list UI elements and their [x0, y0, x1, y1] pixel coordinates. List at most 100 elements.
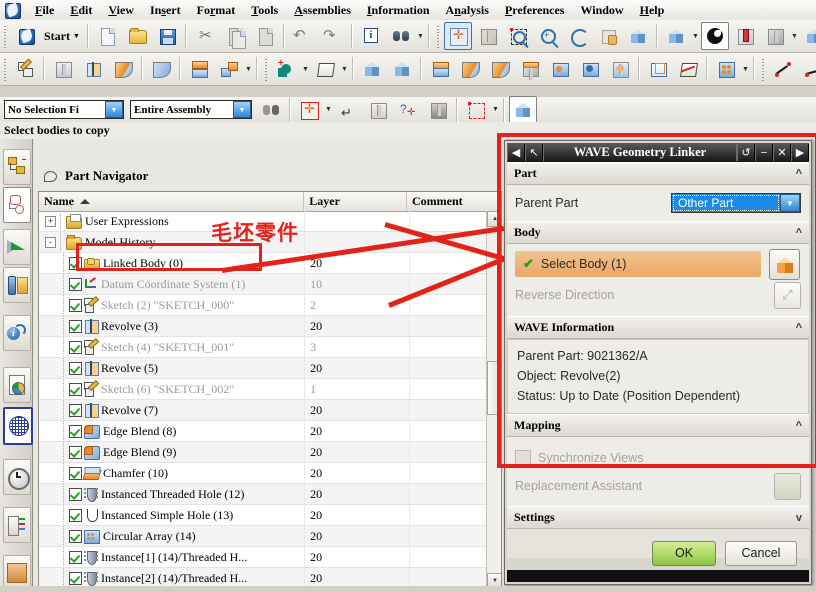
select-body-button[interactable]	[769, 249, 800, 280]
paste-icon[interactable]	[251, 22, 279, 50]
hole-icon[interactable]	[546, 55, 574, 83]
select-general-icon[interactable]	[295, 96, 323, 124]
sketch-icon[interactable]	[11, 55, 39, 83]
reverse-direction-row[interactable]: Reverse Direction ⤢	[515, 281, 801, 309]
new-file-icon[interactable]	[93, 22, 121, 50]
shell-icon[interactable]	[576, 55, 604, 83]
back-icon[interactable]: ↵	[334, 96, 362, 124]
undo-icon[interactable]: ↶	[289, 22, 317, 50]
menu-item-view[interactable]: View	[100, 1, 142, 20]
toolbar-grip[interactable]	[2, 57, 8, 81]
sidebar-item-web-browser[interactable]	[3, 367, 31, 403]
row-checkbox[interactable]	[69, 256, 82, 270]
draft-icon[interactable]	[516, 55, 544, 83]
minimize-icon[interactable]: −	[755, 144, 773, 161]
trim-body-icon[interactable]	[644, 55, 672, 83]
tree-expander[interactable]: +	[45, 215, 56, 227]
menu-item-preferences[interactable]: Preferences	[497, 1, 573, 20]
group-header-settings[interactable]: Settings v	[507, 506, 809, 529]
menu-item-assemblies[interactable]: Assemblies	[286, 1, 359, 20]
extract-geometry-icon[interactable]	[185, 55, 213, 83]
sidebar-item-history[interactable]	[3, 459, 31, 495]
menu-item-analysis[interactable]: Analysis	[438, 1, 497, 20]
row-checkbox[interactable]	[69, 529, 82, 543]
chevron-up-icon[interactable]: ^	[796, 322, 802, 334]
sidebar-item-internet-explorer[interactable]	[3, 407, 33, 445]
row-checkbox[interactable]	[69, 403, 82, 417]
toolbar-grip[interactable]	[760, 57, 766, 81]
table-row[interactable]: Circular Array (14) 20	[39, 526, 501, 547]
table-row[interactable]: Sketch (4) "SKETCH_001" 3	[39, 337, 501, 358]
row-checkbox[interactable]	[69, 277, 82, 291]
replacement-assistant-row[interactable]: Replacement Assistant	[515, 472, 801, 500]
back-icon[interactable]: ◀	[507, 144, 525, 161]
chevron-down-icon[interactable]: ▼	[780, 194, 800, 212]
group-header-body[interactable]: Body ^	[507, 221, 809, 244]
table-row[interactable]: Revolve (3) 20	[39, 316, 501, 337]
cancel-button[interactable]: Cancel	[725, 540, 797, 566]
chevron-up-icon[interactable]: ^	[796, 168, 802, 180]
through-curves-icon[interactable]	[147, 55, 175, 83]
tree-vertical-scrollbar[interactable]: ▲ ▼	[486, 211, 501, 589]
binoculars-icon[interactable]	[387, 22, 415, 50]
cylinder-icon[interactable]	[388, 55, 416, 83]
true-shading-icon[interactable]	[800, 22, 816, 50]
row-checkbox[interactable]	[69, 424, 82, 438]
part-navigator-tree[interactable]: Name Layer Comment + User Expressions - Mod…	[38, 191, 502, 591]
wave-geometry-linker-icon[interactable]	[215, 55, 243, 83]
column-header-comment[interactable]: Comment	[407, 192, 501, 211]
cursor-arrow-icon[interactable]: ↖	[525, 144, 543, 161]
zoom-icon[interactable]: +	[534, 22, 562, 50]
synchronize-views-row[interactable]: Synchronize Views	[515, 447, 801, 469]
array-caret[interactable]: ▼	[741, 57, 750, 81]
array-icon[interactable]	[712, 55, 740, 83]
row-checkbox[interactable]	[69, 508, 82, 522]
table-row[interactable]: Datum Coordinate System (1) 10	[39, 274, 501, 295]
close-icon[interactable]: ✕	[773, 144, 791, 161]
menu-item-window[interactable]: Window	[572, 1, 631, 20]
row-checkbox[interactable]	[69, 319, 82, 333]
table-row[interactable]: Instanced Threaded Hole (12) 20	[39, 484, 501, 505]
group-header-part[interactable]: Part ^	[507, 162, 809, 185]
table-row[interactable]: Revolve (7) 20	[39, 400, 501, 421]
table-row[interactable]: Chamfer (10) 20	[39, 463, 501, 484]
save-icon[interactable]	[153, 22, 181, 50]
parent-part-combo[interactable]: Other Part ▼	[671, 193, 801, 213]
cut-icon[interactable]: ✂	[191, 22, 219, 50]
group-header-mapping[interactable]: Mapping ^	[507, 414, 809, 437]
row-checkbox[interactable]	[69, 466, 82, 480]
reverse-direction-icon[interactable]: ⤢	[774, 281, 801, 309]
line-icon[interactable]	[769, 55, 797, 83]
wave-linker-caret[interactable]: ▼	[244, 57, 253, 81]
row-checkbox[interactable]	[69, 445, 82, 459]
sidebar-item-hd3d-tools[interactable]: i	[3, 315, 31, 351]
menu-item-edit[interactable]: Edit	[62, 1, 100, 20]
shaded-box-icon[interactable]	[509, 95, 537, 124]
table-row[interactable]: Edge Blend (9) 20	[39, 442, 501, 463]
sidebar-item-part-navigator[interactable]	[3, 187, 31, 223]
start-menu-button[interactable]: Start ▼	[10, 26, 84, 46]
row-checkbox[interactable]	[69, 487, 82, 501]
shaded-view-icon[interactable]	[662, 22, 690, 50]
plane-icon[interactable]	[311, 55, 339, 83]
fit-view-icon[interactable]	[443, 22, 472, 50]
copy-icon[interactable]	[221, 22, 249, 50]
select-body-row[interactable]: ✔ Select Body (1)	[515, 251, 761, 277]
dialog-title-bar[interactable]: ◀ ↖ WAVE Geometry Linker ↺ − ✕ ▶	[507, 143, 809, 162]
shaded-with-edges-icon[interactable]	[761, 22, 789, 50]
scrollbar-thumb[interactable]	[487, 361, 501, 415]
column-header-name[interactable]: Name	[39, 192, 305, 211]
tree-expander[interactable]: -	[45, 236, 56, 248]
chevron-down-icon[interactable]: ▼	[105, 101, 123, 118]
menu-item-information[interactable]: Information	[359, 1, 438, 20]
pan-icon[interactable]	[594, 22, 622, 50]
zoom-window-icon[interactable]	[474, 22, 502, 50]
forward-icon[interactable]: ▶	[791, 144, 809, 161]
faceted-icon[interactable]	[424, 96, 452, 124]
open-folder-icon[interactable]	[123, 22, 151, 50]
rectangle-select-icon[interactable]	[462, 96, 490, 124]
table-row[interactable]: Sketch (2) "SKETCH_000" 2	[39, 295, 501, 316]
row-checkbox[interactable]	[69, 340, 82, 354]
binoculars-dropdown-caret[interactable]: ▼	[416, 24, 425, 48]
selection-filter-combo[interactable]: No Selection Fi ▼	[4, 100, 124, 119]
